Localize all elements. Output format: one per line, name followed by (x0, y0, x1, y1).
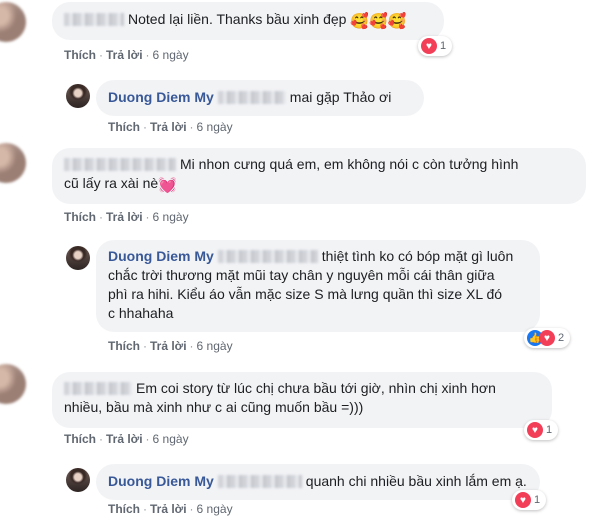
blurred-name (64, 13, 124, 26)
like-link[interactable]: Thích (64, 210, 96, 224)
reply-link[interactable]: Trả lời (150, 502, 187, 516)
like-link[interactable]: Thích (108, 339, 140, 353)
like-link[interactable]: Thích (108, 502, 140, 516)
heart-icon: ♥ (527, 422, 543, 438)
heart-icon: ♥ (539, 330, 555, 346)
avatar[interactable] (66, 468, 90, 492)
blurred-name (64, 382, 132, 395)
comment-actions: Thích · Trả lời · 6 ngày (64, 432, 189, 446)
reply-text: mai gặp Thảo ơi (289, 89, 392, 105)
reply-text: thiệt tình ko có bóp mặt gì luôn (321, 248, 514, 264)
comment-text: Em coi story từ lúc chị chưa bầu tới giờ… (136, 380, 496, 396)
comment-bubble: Em coi story từ lúc chị chưa bầu tới giờ… (52, 372, 552, 428)
timestamp[interactable]: 6 ngày (197, 502, 233, 516)
comment-bubble: Mi nhon cưng quá em, em không nói c còn … (52, 148, 586, 204)
author-name[interactable]: Duong Diem My (108, 248, 214, 264)
reply-link[interactable]: Trả lời (106, 48, 143, 62)
reply-bubble: Duong Diem My quanh chi nhiều bầu xinh lắ… (96, 464, 540, 500)
blurred-tag (217, 475, 302, 488)
avatar[interactable] (0, 364, 26, 404)
comment-actions: Thích · Trả lời · 6 ngày (64, 48, 189, 62)
like-link[interactable]: Thích (108, 120, 140, 134)
timestamp[interactable]: 6 ngày (153, 432, 189, 446)
reply-link[interactable]: Trả lời (106, 432, 143, 446)
author-name[interactable]: Duong Diem My (108, 89, 214, 105)
avatar[interactable] (0, 2, 26, 42)
reply-actions: Thích · Trả lời · 6 ngày (108, 502, 233, 516)
blurred-tag (217, 91, 286, 104)
reply-text: c hhahaha (108, 305, 174, 321)
comment-text: Mi nhon cưng quá em, em không nói c còn … (180, 156, 519, 172)
comment-text: Noted lại liền. Thanks bầu xinh đẹp (128, 11, 347, 27)
reply-link[interactable]: Trả lời (150, 339, 187, 353)
reply-bubble: Duong Diem My mai gặp Thảo ơi (96, 80, 424, 116)
comment-actions: Thích · Trả lời · 6 ngày (64, 210, 189, 224)
reaction-count[interactable]: ♥ 1 (418, 36, 453, 56)
timestamp[interactable]: 6 ngày (197, 120, 233, 134)
timestamp[interactable]: 6 ngày (197, 339, 233, 353)
blurred-tag (217, 250, 318, 263)
reply-link[interactable]: Trả lời (150, 120, 187, 134)
blurred-name (64, 158, 176, 171)
reply-link[interactable]: Trả lời (106, 210, 143, 224)
heart-icon: ♥ (421, 38, 437, 54)
reaction-count[interactable]: 👍 ♥ 2 (524, 328, 571, 348)
comment-text: nhiều, bầu mà xinh như c ai cũng muốn bầ… (64, 399, 364, 415)
comment-text: cũ lấy ra xài nè (64, 175, 159, 191)
heart-icon: ♥ (515, 492, 531, 508)
timestamp[interactable]: 6 ngày (153, 48, 189, 62)
heart-emoji: 💓 (158, 177, 177, 194)
reply-bubble: Duong Diem My thiệt tình ko có bóp mặt gì… (96, 240, 540, 332)
avatar[interactable] (0, 143, 26, 183)
author-name[interactable]: Duong Diem My (108, 473, 214, 489)
reply-text: quanh chi nhiều bầu xinh lắm em ạ. (305, 473, 527, 489)
avatar[interactable] (66, 246, 90, 270)
smiling-hearts-emoji: 🥰🥰🥰 (350, 13, 407, 30)
like-link[interactable]: Thích (64, 432, 96, 446)
timestamp[interactable]: 6 ngày (153, 210, 189, 224)
reply-actions: Thích · Trả lời · 6 ngày (108, 339, 233, 353)
avatar[interactable] (66, 84, 90, 108)
reply-actions: Thích · Trả lời · 6 ngày (108, 120, 233, 134)
reply-text: chắc trời thương mặt mũi tay chân y nguy… (108, 267, 495, 283)
reaction-count[interactable]: ♥ 1 (512, 490, 547, 510)
reply-text: phì ra hihi. Kiểu áo vẫn mặc size S mà l… (108, 286, 503, 302)
reaction-count[interactable]: ♥ 1 (524, 420, 559, 440)
like-link[interactable]: Thích (64, 48, 96, 62)
comment-bubble: Noted lại liền. Thanks bầu xinh đẹp 🥰🥰🥰 (52, 2, 444, 40)
